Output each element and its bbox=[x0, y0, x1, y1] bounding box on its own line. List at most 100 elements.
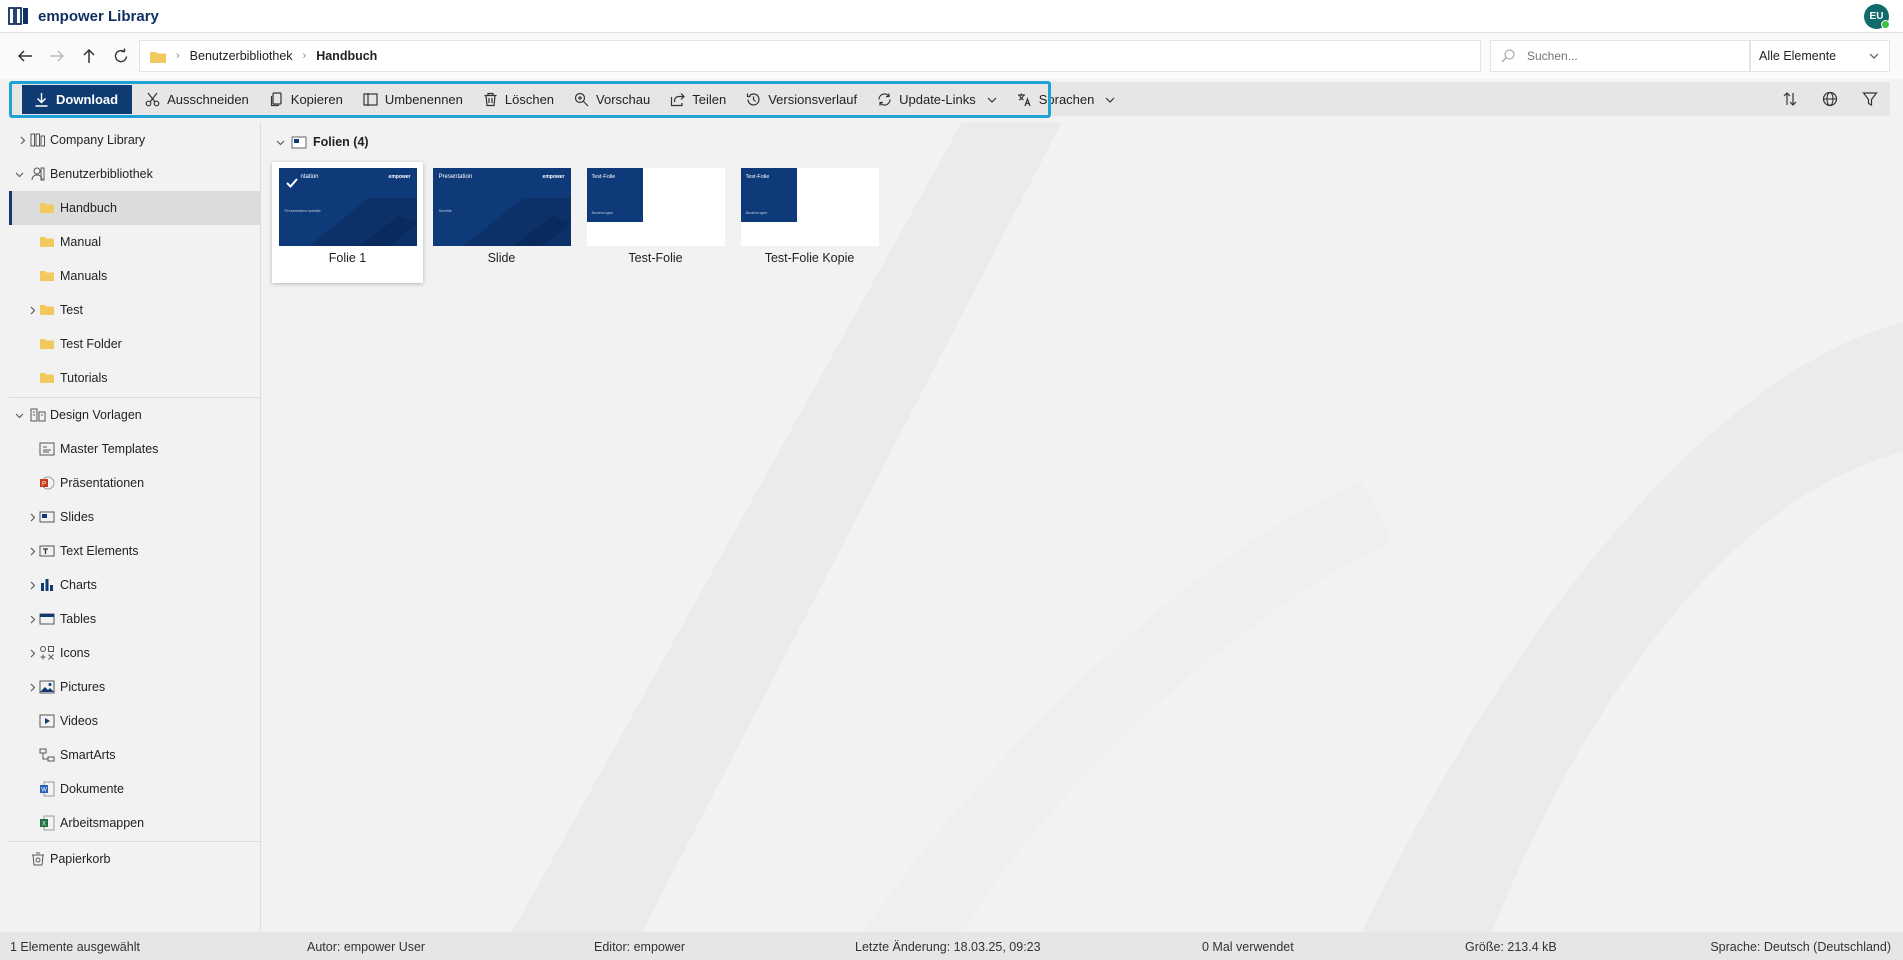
sidebar-item-papierkorb[interactable]: Papierkorb bbox=[9, 842, 260, 876]
svg-text:P: P bbox=[42, 482, 46, 488]
globe-button[interactable] bbox=[1816, 86, 1844, 112]
copy-button[interactable]: Kopieren bbox=[259, 85, 353, 114]
status-file-size: Größe: 213.4 kB bbox=[1465, 940, 1557, 954]
sidebar-item-label: Arbeitsmappen bbox=[60, 816, 145, 830]
languages-button[interactable]: Sprachen bbox=[1007, 85, 1126, 114]
refresh-icon bbox=[114, 48, 128, 63]
sidebar-item-company-library[interactable]: Company Library bbox=[9, 123, 260, 157]
sidebar-item-manual[interactable]: Manual bbox=[9, 225, 260, 259]
sidebar-item-arbeitsmappen[interactable]: X Arbeitsmappen bbox=[9, 806, 260, 840]
arrow-left-icon bbox=[17, 50, 32, 62]
chevron-down-icon[interactable] bbox=[14, 169, 24, 179]
slide-tile[interactable]: Test-Folie Änderungen Test-Folie bbox=[580, 162, 731, 283]
search-field[interactable] bbox=[1490, 40, 1750, 72]
sidebar-item-handbuch[interactable]: Handbuch bbox=[9, 191, 260, 225]
cut-button[interactable]: Ausschneiden bbox=[135, 85, 259, 114]
smartart-icon bbox=[39, 747, 55, 763]
sidebar-item-charts[interactable]: Charts bbox=[9, 568, 260, 602]
status-language: Sprache: Deutsch (Deutschland) bbox=[1710, 940, 1891, 954]
download-icon bbox=[35, 93, 48, 107]
library-logo-icon bbox=[8, 6, 32, 26]
thumbnail-subtitle: Subtitle bbox=[438, 208, 452, 213]
tile-label: Folie 1 bbox=[328, 251, 367, 265]
chevron-right-icon[interactable] bbox=[27, 305, 37, 315]
folder-icon[interactable] bbox=[150, 50, 166, 63]
sidebar-item-icons[interactable]: Icons bbox=[9, 636, 260, 670]
chevron-down-icon[interactable] bbox=[276, 138, 285, 147]
tile-label: Test-Folie bbox=[628, 251, 683, 265]
preview-button[interactable]: Vorschau bbox=[564, 85, 660, 114]
refresh-button[interactable] bbox=[106, 41, 136, 71]
forward-button[interactable] bbox=[42, 41, 72, 71]
slide-tile[interactable]: Test-Folie Änderungen Test-Folie Kopie bbox=[734, 162, 885, 283]
chevron-right-icon: › bbox=[176, 50, 180, 62]
chevron-right-icon[interactable] bbox=[27, 512, 37, 522]
chevron-right-icon[interactable] bbox=[17, 135, 27, 145]
share-button[interactable]: Teilen bbox=[660, 85, 736, 114]
version-history-button[interactable]: Versionsverlauf bbox=[736, 85, 867, 114]
element-filter-select[interactable]: Alle Elemente bbox=[1750, 40, 1890, 72]
sidebar-item-label: Master Templates bbox=[60, 442, 159, 456]
sidebar-item-smartarts[interactable]: SmartArts bbox=[9, 738, 260, 772]
sidebar-item-tables[interactable]: Tables bbox=[9, 602, 260, 636]
sidebar-item-test-folder[interactable]: Test Folder bbox=[9, 327, 260, 361]
sidebar-item-label: Pictures bbox=[60, 680, 106, 694]
chevron-down-icon[interactable] bbox=[14, 410, 24, 420]
title-bar: empower Library EU bbox=[0, 0, 1903, 33]
sidebar-item-master-templates[interactable]: Master Templates bbox=[9, 432, 260, 466]
breadcrumb-current[interactable]: Handbuch bbox=[316, 49, 377, 63]
chevron-right-icon[interactable] bbox=[27, 580, 37, 590]
group-title: Folien (4) bbox=[313, 135, 369, 149]
chevron-right-icon: › bbox=[302, 50, 307, 62]
chevron-right-icon[interactable] bbox=[27, 546, 37, 556]
slides-group-header[interactable]: Folien (4) bbox=[276, 135, 369, 149]
toolbar-actions: Download Ausschneiden Kopieren Umbenenne… bbox=[13, 85, 1125, 114]
arrow-up-icon bbox=[83, 48, 95, 63]
sidebar-item-videos[interactable]: Videos bbox=[9, 704, 260, 738]
rename-button[interactable]: Umbenennen bbox=[353, 85, 473, 114]
thumbnail-title: Test-Folie bbox=[591, 174, 616, 180]
sidebar-item-praesentationen[interactable]: P Präsentationen bbox=[9, 466, 260, 500]
filter-button[interactable] bbox=[1856, 86, 1884, 112]
copy-label: Kopieren bbox=[290, 92, 343, 107]
delete-button[interactable]: Löschen bbox=[473, 85, 564, 114]
sort-button[interactable] bbox=[1776, 86, 1804, 112]
sidebar-item-text-elements[interactable]: Text Elements bbox=[9, 534, 260, 568]
online-status-icon bbox=[1881, 20, 1890, 29]
navigation-bar: › Benutzerbibliothek › Handbuch Alle Ele… bbox=[0, 33, 1903, 79]
sidebar-item-label: Slides bbox=[60, 510, 95, 524]
slide-tile[interactable]: ntation Presentation subtitle empower Fo… bbox=[272, 162, 423, 283]
svg-text:W: W bbox=[41, 788, 47, 794]
user-avatar[interactable]: EU bbox=[1864, 4, 1890, 29]
chevron-right-icon[interactable] bbox=[27, 614, 37, 624]
thumbnail-brand: empower bbox=[388, 174, 411, 180]
sidebar-item-benutzerbibliothek[interactable]: Benutzerbibliothek bbox=[9, 157, 260, 191]
arrow-right-icon bbox=[50, 50, 65, 62]
breadcrumb-item[interactable]: Benutzerbibliothek bbox=[190, 49, 293, 63]
status-selection: 1 Elemente ausgewählt bbox=[10, 940, 140, 954]
video-icon bbox=[39, 713, 55, 729]
rename-label: Umbenennen bbox=[384, 92, 463, 107]
slide-tile[interactable]: Presentation Subtitle empower Slide bbox=[426, 162, 577, 283]
chevron-right-icon[interactable] bbox=[27, 682, 37, 692]
update-links-button[interactable]: Update-Links bbox=[867, 85, 1007, 114]
sidebar-item-design-vorlagen[interactable]: Design Vorlagen bbox=[9, 398, 260, 432]
thumbnail-brand: empower bbox=[542, 174, 565, 180]
sidebar-item-test[interactable]: Test bbox=[9, 293, 260, 327]
cut-label: Ausschneiden bbox=[167, 92, 249, 107]
thumbnail-title: Presentation bbox=[438, 174, 473, 180]
back-button[interactable] bbox=[10, 41, 40, 71]
sidebar-item-pictures[interactable]: Pictures bbox=[9, 670, 260, 704]
download-button[interactable]: Download bbox=[22, 85, 133, 114]
chevron-right-icon[interactable] bbox=[27, 648, 37, 658]
up-button[interactable] bbox=[74, 41, 104, 71]
sidebar-item-manuals[interactable]: Manuals bbox=[9, 259, 260, 293]
folder-icon bbox=[39, 336, 55, 352]
search-input[interactable] bbox=[1527, 49, 1707, 63]
powerpoint-icon: P bbox=[39, 475, 55, 491]
sidebar-item-dokumente[interactable]: W Dokumente bbox=[9, 772, 260, 806]
sidebar-item-label: Design Vorlagen bbox=[50, 408, 142, 422]
status-usage-count: 0 Mal verwendet bbox=[1202, 940, 1294, 954]
sidebar-item-tutorials[interactable]: Tutorials bbox=[9, 361, 260, 395]
sidebar-item-slides[interactable]: Slides bbox=[9, 500, 260, 534]
